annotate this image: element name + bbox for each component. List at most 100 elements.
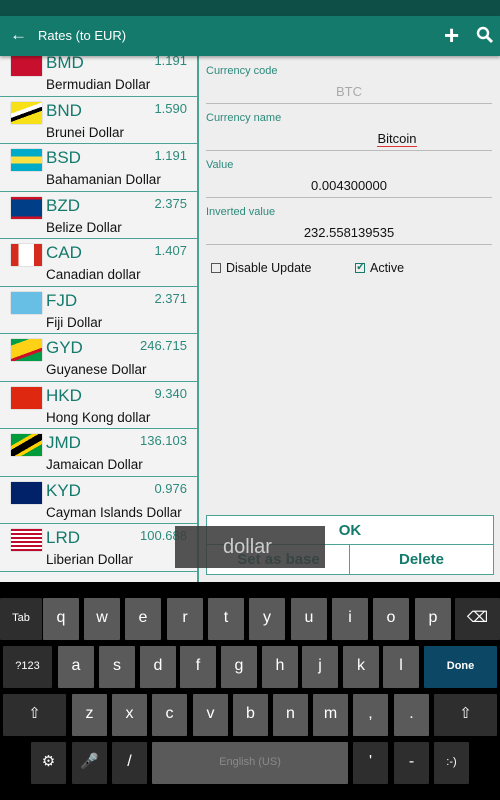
key-symbol[interactable]: :-) xyxy=(434,742,469,784)
key-t[interactable]: t xyxy=(208,598,244,640)
key-m[interactable]: m xyxy=(313,694,348,736)
key-a[interactable]: a xyxy=(58,646,94,688)
key-b[interactable]: b xyxy=(233,694,268,736)
currency-code-field[interactable]: BTC xyxy=(206,84,492,104)
currency-row-lrd[interactable]: LRD 100.688 Liberian Dollar xyxy=(0,524,197,572)
microphone-key[interactable]: 🎤 xyxy=(72,742,107,784)
currency-code: LRD xyxy=(46,528,81,547)
key-q[interactable]: q xyxy=(43,598,79,640)
shift-key[interactable]: ⇧ xyxy=(3,694,66,736)
shift-key[interactable]: ⇧ xyxy=(434,694,497,736)
key-v[interactable]: v xyxy=(193,694,228,736)
key-k[interactable]: k xyxy=(343,646,379,688)
currency-name: Guyanese Dollar xyxy=(46,362,147,377)
status-bar xyxy=(0,0,500,16)
currency-code: KYD xyxy=(46,480,81,500)
currency-code: BMD xyxy=(46,56,84,72)
currency-name-label: Currency name xyxy=(206,112,282,124)
key-j[interactable]: j xyxy=(302,646,338,688)
key-z[interactable]: z xyxy=(72,694,107,736)
tab-key[interactable]: Tab xyxy=(0,598,42,640)
space-key[interactable]: English (US) xyxy=(152,742,348,784)
key-o[interactable]: o xyxy=(373,598,409,640)
currency-row-hkd[interactable]: HKD 9.340 Hong Kong dollar xyxy=(0,382,197,429)
delete-button[interactable]: Delete xyxy=(349,544,494,575)
currency-row-gyd[interactable]: GYD 246.715 Guyanese Dollar xyxy=(0,334,197,382)
currency-row-kyd[interactable]: KYD 0.976 Cayman Islands Dollar xyxy=(0,477,197,524)
key-i[interactable]: i xyxy=(332,598,368,640)
keyboard: Tab q w e r t y u i o p ⌫ ?123 a s d f g h j k l Done ⇧ z x c v b n m,… xyxy=(0,582,500,800)
currency-name: Brunei Dollar xyxy=(46,124,125,140)
page-title: Rates (to EUR) xyxy=(38,28,127,43)
currency-name-value: Bitcoin xyxy=(377,131,417,147)
currency-list[interactable]: BMD 1.191 Bermudian Dollar BND 1.590 Bru… xyxy=(0,56,199,582)
key-symbol[interactable]: - xyxy=(394,742,429,784)
currency-code: JMD xyxy=(46,433,81,452)
key-d[interactable]: d xyxy=(140,646,176,688)
flag-icon xyxy=(11,244,42,266)
currency-code-label: Currency code xyxy=(206,65,278,77)
key-s[interactable]: s xyxy=(99,646,135,688)
active-label: Active xyxy=(370,261,405,275)
key-x[interactable]: x xyxy=(112,694,147,736)
toolbar: ← Rates (to EUR) + xyxy=(0,16,500,56)
active-checkbox[interactable]: Active xyxy=(355,260,405,275)
currency-code: BZD xyxy=(46,195,80,215)
currency-name: Jamaican Dollar xyxy=(46,457,143,472)
key-h[interactable]: h xyxy=(262,646,298,688)
currency-rate: 1.191 xyxy=(154,148,187,163)
settings-key[interactable]: ⚙ xyxy=(31,742,66,784)
symbols-key[interactable]: ?123 xyxy=(3,646,52,688)
key-f[interactable]: f xyxy=(180,646,216,688)
value-field[interactable]: 0.004300000 xyxy=(206,178,492,198)
done-key[interactable]: Done xyxy=(424,646,497,688)
currency-name: Fiji Dollar xyxy=(46,314,103,330)
disable-update-label: Disable Update xyxy=(226,261,312,275)
key-e[interactable]: e xyxy=(125,598,161,640)
currency-code: BND xyxy=(46,100,82,120)
key-symbol[interactable]: , xyxy=(353,694,388,736)
disable-update-checkbox[interactable]: Disable Update xyxy=(211,261,311,275)
flag-icon xyxy=(11,339,42,361)
checkbox-icon xyxy=(211,263,221,273)
currency-row-bmd[interactable]: BMD 1.191 Bermudian Dollar xyxy=(0,56,197,97)
key-n[interactable]: n xyxy=(273,694,308,736)
flag-icon xyxy=(11,101,42,124)
currency-name: Belize Dollar xyxy=(46,219,122,235)
currency-row-bzd[interactable]: BZD 2.375 Belize Dollar xyxy=(0,192,197,239)
currency-rate: 1.407 xyxy=(154,243,187,258)
key-symbol[interactable]: / xyxy=(112,742,147,784)
currency-row-bnd[interactable]: BND 1.590 Brunei Dollar xyxy=(0,97,197,144)
currency-name: Liberian Dollar xyxy=(46,552,134,567)
search-icon[interactable] xyxy=(476,26,494,44)
suggestion-toast: dollar xyxy=(175,526,325,568)
currency-row-jmd[interactable]: JMD 136.103 Jamaican Dollar xyxy=(0,429,197,477)
currency-name: Bermudian Dollar xyxy=(46,77,151,92)
plus-icon[interactable]: + xyxy=(444,20,459,51)
key-c[interactable]: c xyxy=(152,694,187,736)
flag-icon xyxy=(11,386,42,409)
flag-icon xyxy=(11,481,42,504)
flag-icon xyxy=(11,291,42,314)
currency-name-field[interactable]: Bitcoin xyxy=(206,131,492,151)
backspace-key[interactable]: ⌫ xyxy=(455,598,500,640)
arrow-left-icon[interactable]: ← xyxy=(10,25,27,45)
currency-code: FJD xyxy=(46,290,78,310)
key-r[interactable]: r xyxy=(167,598,203,640)
key-symbol[interactable]: ' xyxy=(353,742,388,784)
key-y[interactable]: y xyxy=(249,598,285,640)
key-w[interactable]: w xyxy=(84,598,120,640)
currency-rate: 1.590 xyxy=(154,100,187,116)
currency-rate: 1.191 xyxy=(154,56,187,68)
currency-rate: 136.103 xyxy=(140,433,187,448)
currency-row-fjd[interactable]: FJD 2.371 Fiji Dollar xyxy=(0,287,197,334)
currency-code: HKD xyxy=(46,385,82,405)
key-g[interactable]: g xyxy=(221,646,257,688)
currency-row-cad[interactable]: CAD 1.407 Canadian dollar xyxy=(0,239,197,287)
key-u[interactable]: u xyxy=(291,598,327,640)
key-symbol[interactable]: . xyxy=(394,694,429,736)
key-p[interactable]: p xyxy=(415,598,451,640)
currency-row-bsd[interactable]: BSD 1.191 Bahamanian Dollar xyxy=(0,144,197,192)
key-l[interactable]: l xyxy=(383,646,419,688)
inverted-value-field[interactable]: 232.558139535 xyxy=(206,225,492,245)
